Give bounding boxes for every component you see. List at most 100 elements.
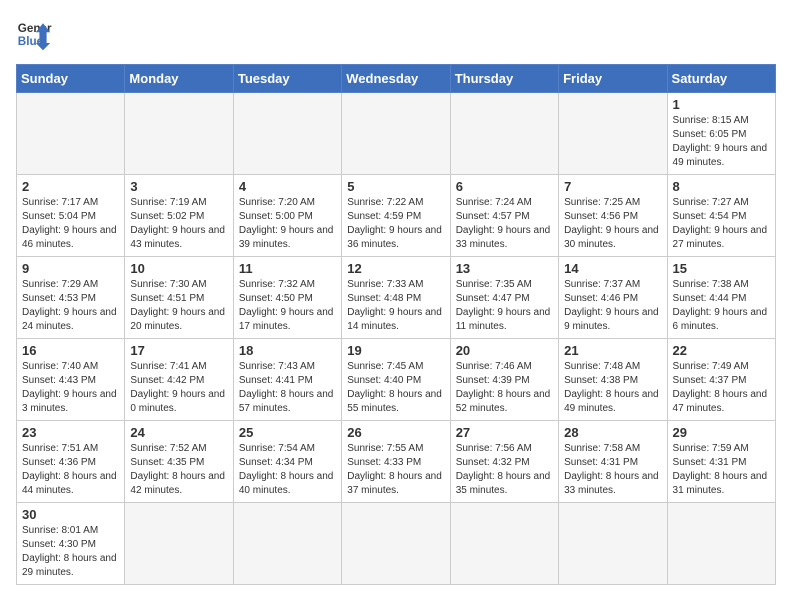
day-info: Sunrise: 7:29 AM Sunset: 4:53 PM Dayligh… [22, 278, 119, 334]
day-number: 19 [347, 343, 444, 358]
calendar-cell [450, 503, 558, 585]
day-info: Sunrise: 7:48 AM Sunset: 4:38 PM Dayligh… [564, 360, 661, 416]
day-info: Sunrise: 7:41 AM Sunset: 4:42 PM Dayligh… [130, 360, 227, 416]
day-number: 18 [239, 343, 336, 358]
day-info: Sunrise: 7:27 AM Sunset: 4:54 PM Dayligh… [673, 196, 770, 252]
weekday-header: Wednesday [342, 65, 450, 93]
day-info: Sunrise: 7:46 AM Sunset: 4:39 PM Dayligh… [456, 360, 553, 416]
day-number: 27 [456, 425, 553, 440]
day-number: 15 [673, 261, 770, 276]
day-info: Sunrise: 7:24 AM Sunset: 4:57 PM Dayligh… [456, 196, 553, 252]
day-info: Sunrise: 7:38 AM Sunset: 4:44 PM Dayligh… [673, 278, 770, 334]
day-info: Sunrise: 7:58 AM Sunset: 4:31 PM Dayligh… [564, 442, 661, 498]
day-number: 6 [456, 179, 553, 194]
calendar-cell [233, 503, 341, 585]
day-info: Sunrise: 7:32 AM Sunset: 4:50 PM Dayligh… [239, 278, 336, 334]
day-number: 21 [564, 343, 661, 358]
day-number: 20 [456, 343, 553, 358]
day-number: 4 [239, 179, 336, 194]
calendar-week-row: 16 Sunrise: 7:40 AM Sunset: 4:43 PM Dayli… [17, 339, 776, 421]
calendar-cell: 10 Sunrise: 7:30 AM Sunset: 4:51 PM Dayli… [125, 257, 233, 339]
day-number: 1 [673, 97, 770, 112]
day-info: Sunrise: 8:15 AM Sunset: 6:05 PM Dayligh… [673, 114, 770, 170]
weekday-header: Friday [559, 65, 667, 93]
calendar-cell: 14 Sunrise: 7:37 AM Sunset: 4:46 PM Dayli… [559, 257, 667, 339]
day-number: 16 [22, 343, 119, 358]
day-info: Sunrise: 7:33 AM Sunset: 4:48 PM Dayligh… [347, 278, 444, 334]
calendar-cell: 13 Sunrise: 7:35 AM Sunset: 4:47 PM Dayli… [450, 257, 558, 339]
day-number: 2 [22, 179, 119, 194]
calendar-cell: 11 Sunrise: 7:32 AM Sunset: 4:50 PM Dayli… [233, 257, 341, 339]
day-number: 13 [456, 261, 553, 276]
day-info: Sunrise: 7:20 AM Sunset: 5:00 PM Dayligh… [239, 196, 336, 252]
calendar-cell: 24 Sunrise: 7:52 AM Sunset: 4:35 PM Dayli… [125, 421, 233, 503]
calendar-cell: 4 Sunrise: 7:20 AM Sunset: 5:00 PM Daylig… [233, 175, 341, 257]
weekday-header-row: SundayMondayTuesdayWednesdayThursdayFrid… [17, 65, 776, 93]
calendar: SundayMondayTuesdayWednesdayThursdayFrid… [16, 64, 776, 585]
calendar-cell: 15 Sunrise: 7:38 AM Sunset: 4:44 PM Dayli… [667, 257, 775, 339]
day-number: 26 [347, 425, 444, 440]
day-info: Sunrise: 7:51 AM Sunset: 4:36 PM Dayligh… [22, 442, 119, 498]
day-info: Sunrise: 7:37 AM Sunset: 4:46 PM Dayligh… [564, 278, 661, 334]
calendar-cell: 3Sunrise: 7:19 AM Sunset: 5:02 PM Daylig… [125, 175, 233, 257]
calendar-cell: 12Sunrise: 7:33 AM Sunset: 4:48 PM Dayli… [342, 257, 450, 339]
calendar-week-row: 23 Sunrise: 7:51 AM Sunset: 4:36 PM Dayli… [17, 421, 776, 503]
weekday-header: Monday [125, 65, 233, 93]
day-number: 29 [673, 425, 770, 440]
calendar-cell: 2Sunrise: 7:17 AM Sunset: 5:04 PM Daylig… [17, 175, 125, 257]
calendar-cell: 7Sunrise: 7:25 AM Sunset: 4:56 PM Daylig… [559, 175, 667, 257]
weekday-header: Saturday [667, 65, 775, 93]
calendar-cell [450, 93, 558, 175]
calendar-cell [125, 93, 233, 175]
calendar-week-row: 30 Sunrise: 8:01 AM Sunset: 4:30 PM Dayli… [17, 503, 776, 585]
calendar-cell: 1 Sunrise: 8:15 AM Sunset: 6:05 PM Daylig… [667, 93, 775, 175]
calendar-cell [559, 93, 667, 175]
day-info: Sunrise: 7:45 AM Sunset: 4:40 PM Dayligh… [347, 360, 444, 416]
day-info: Sunrise: 7:40 AM Sunset: 4:43 PM Dayligh… [22, 360, 119, 416]
day-number: 11 [239, 261, 336, 276]
calendar-cell: 23 Sunrise: 7:51 AM Sunset: 4:36 PM Dayli… [17, 421, 125, 503]
day-number: 7 [564, 179, 661, 194]
day-info: Sunrise: 7:54 AM Sunset: 4:34 PM Dayligh… [239, 442, 336, 498]
day-number: 14 [564, 261, 661, 276]
calendar-week-row: 9Sunrise: 7:29 AM Sunset: 4:53 PM Daylig… [17, 257, 776, 339]
day-info: Sunrise: 7:19 AM Sunset: 5:02 PM Dayligh… [130, 196, 227, 252]
day-number: 24 [130, 425, 227, 440]
day-number: 25 [239, 425, 336, 440]
day-number: 17 [130, 343, 227, 358]
day-info: Sunrise: 7:30 AM Sunset: 4:51 PM Dayligh… [130, 278, 227, 334]
weekday-header: Sunday [17, 65, 125, 93]
calendar-cell: 6 Sunrise: 7:24 AM Sunset: 4:57 PM Daylig… [450, 175, 558, 257]
calendar-cell: 27 Sunrise: 7:56 AM Sunset: 4:32 PM Dayli… [450, 421, 558, 503]
day-info: Sunrise: 8:01 AM Sunset: 4:30 PM Dayligh… [22, 524, 119, 580]
calendar-cell: 19 Sunrise: 7:45 AM Sunset: 4:40 PM Dayli… [342, 339, 450, 421]
header: General Blue [16, 16, 776, 52]
calendar-cell: 29 Sunrise: 7:59 AM Sunset: 4:31 PM Dayli… [667, 421, 775, 503]
day-info: Sunrise: 7:22 AM Sunset: 4:59 PM Dayligh… [347, 196, 444, 252]
calendar-cell [667, 503, 775, 585]
day-number: 28 [564, 425, 661, 440]
weekday-header: Tuesday [233, 65, 341, 93]
calendar-cell [559, 503, 667, 585]
day-info: Sunrise: 7:59 AM Sunset: 4:31 PM Dayligh… [673, 442, 770, 498]
day-info: Sunrise: 7:49 AM Sunset: 4:37 PM Dayligh… [673, 360, 770, 416]
calendar-cell: 17 Sunrise: 7:41 AM Sunset: 4:42 PM Dayli… [125, 339, 233, 421]
calendar-cell: 21 Sunrise: 7:48 AM Sunset: 4:38 PM Dayli… [559, 339, 667, 421]
calendar-cell: 26Sunrise: 7:55 AM Sunset: 4:33 PM Dayli… [342, 421, 450, 503]
calendar-cell [125, 503, 233, 585]
day-info: Sunrise: 7:43 AM Sunset: 4:41 PM Dayligh… [239, 360, 336, 416]
logo: General Blue [16, 16, 60, 52]
weekday-header: Thursday [450, 65, 558, 93]
day-number: 10 [130, 261, 227, 276]
calendar-cell [17, 93, 125, 175]
calendar-week-row: 1 Sunrise: 8:15 AM Sunset: 6:05 PM Daylig… [17, 93, 776, 175]
day-info: Sunrise: 7:52 AM Sunset: 4:35 PM Dayligh… [130, 442, 227, 498]
day-info: Sunrise: 7:56 AM Sunset: 4:32 PM Dayligh… [456, 442, 553, 498]
day-info: Sunrise: 7:35 AM Sunset: 4:47 PM Dayligh… [456, 278, 553, 334]
calendar-cell: 20 Sunrise: 7:46 AM Sunset: 4:39 PM Dayli… [450, 339, 558, 421]
day-number: 30 [22, 507, 119, 522]
calendar-cell [342, 93, 450, 175]
calendar-cell: 8Sunrise: 7:27 AM Sunset: 4:54 PM Daylig… [667, 175, 775, 257]
calendar-cell: 9Sunrise: 7:29 AM Sunset: 4:53 PM Daylig… [17, 257, 125, 339]
day-number: 23 [22, 425, 119, 440]
